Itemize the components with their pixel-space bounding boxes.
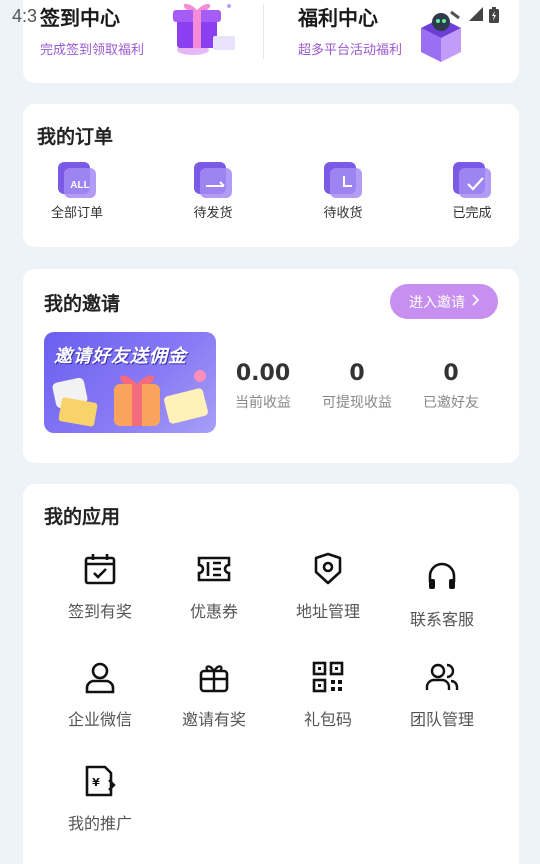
team-icon (425, 660, 459, 694)
checkin-center[interactable]: 签到中心 完成签到领取福利 (40, 2, 144, 58)
order-all[interactable]: ALL 全部订单 (32, 162, 122, 221)
app-label: 邀请有奖 (181, 710, 246, 729)
app-label: 我的推广 (67, 814, 132, 833)
chevron-right-icon (471, 293, 480, 310)
app-enterprise-wechat[interactable]: 企业微信 (45, 660, 155, 730)
status-icons (468, 6, 500, 28)
all-badge-text: ALL (70, 180, 89, 191)
stat-label: 当前收益 (235, 395, 291, 411)
app-invite-reward[interactable]: 邀请有奖 (159, 660, 269, 730)
welfare-card: 签到中心 完成签到领取福利 福利中心 超多平台活动福利 (23, 0, 519, 83)
stat-current-earnings: 0.00 当前收益 (218, 361, 308, 412)
app-label: 企业微信 (67, 710, 132, 729)
stat-withdrawable: 0 可提现收益 (312, 361, 402, 412)
welfare-center[interactable]: 福利中心 超多平台活动福利 (298, 2, 402, 58)
calendar-check-icon (83, 552, 117, 586)
order-to-receive[interactable]: 待收货 (298, 162, 388, 221)
order-completed-label: 已完成 (452, 206, 492, 221)
stat-value: 0 (443, 361, 459, 386)
all-orders-icon: ALL (58, 162, 96, 198)
order-to-ship-label: 待发货 (193, 206, 233, 221)
headset-icon (425, 560, 459, 594)
order-to-receive-label: 待收货 (323, 206, 363, 221)
app-address[interactable]: 地址管理 (273, 552, 383, 622)
mystery-box-icon (411, 4, 471, 64)
divider (263, 4, 264, 59)
user-icon (83, 660, 117, 694)
to-receive-icon (324, 162, 362, 198)
app-customer-service[interactable]: 联系客服 (387, 560, 497, 630)
orders-title: 我的订单 (37, 126, 114, 148)
invite-card: 我的邀请 进入邀请 邀请好友送佣金 0.00 当前收益 0 可提现收益 0 已邀… (23, 269, 519, 463)
welfare-center-title: 福利中心 (298, 6, 378, 30)
banner-title: 邀请好友送佣金 (54, 346, 187, 367)
stat-label: 已邀好友 (423, 395, 479, 411)
app-label: 签到有奖 (67, 602, 132, 621)
promotion-icon: ¥ (83, 764, 117, 798)
location-icon (311, 552, 345, 586)
gift-icon (197, 660, 231, 694)
stat-label: 可提现收益 (322, 395, 392, 411)
stat-invited-friends: 0 已邀好友 (406, 361, 496, 412)
signal-icon (468, 6, 484, 28)
apps-card: 我的应用 签到有奖 优惠券 地址管理 联系客服 企业微信 邀请有奖 礼包码 团队… (23, 484, 519, 864)
app-label: 礼包码 (303, 710, 352, 729)
app-label: 联系客服 (409, 610, 474, 629)
app-label: 地址管理 (295, 602, 360, 621)
enter-invite-label: 进入邀请 (409, 294, 465, 311)
gift-box-icon (163, 0, 243, 56)
checkin-center-title: 签到中心 (40, 6, 120, 30)
coupon-icon (197, 552, 231, 586)
status-time: 4:3 (12, 6, 38, 26)
order-to-ship[interactable]: 待发货 (168, 162, 258, 221)
invite-title: 我的邀请 (44, 293, 121, 315)
apps-title: 我的应用 (44, 506, 121, 528)
stat-value: 0 (349, 361, 365, 386)
order-completed[interactable]: 已完成 (427, 162, 517, 221)
app-checkin-reward[interactable]: 签到有奖 (45, 552, 155, 622)
checkin-center-subtitle: 完成签到领取福利 (40, 43, 145, 58)
stat-value: 0.00 (235, 361, 291, 386)
invite-banner[interactable]: 邀请好友送佣金 (44, 332, 216, 433)
svg-text:¥: ¥ (92, 776, 100, 789)
app-coupon[interactable]: 优惠券 (159, 552, 269, 622)
app-label: 优惠券 (189, 602, 238, 621)
battery-icon (488, 6, 500, 28)
qr-code-icon (311, 660, 345, 694)
app-team-management[interactable]: 团队管理 (387, 660, 497, 730)
welfare-center-subtitle: 超多平台活动福利 (298, 43, 403, 58)
app-my-promotion[interactable]: ¥ 我的推广 (45, 764, 155, 834)
enter-invite-button[interactable]: 进入邀请 (390, 284, 498, 319)
order-all-label: 全部订单 (50, 206, 103, 221)
to-ship-icon (194, 162, 232, 198)
app-label: 团队管理 (409, 710, 474, 729)
completed-icon (453, 162, 491, 198)
orders-card: 我的订单 ALL 全部订单 待发货 待收货 已完成 (23, 104, 519, 247)
app-gift-code[interactable]: 礼包码 (273, 660, 383, 730)
